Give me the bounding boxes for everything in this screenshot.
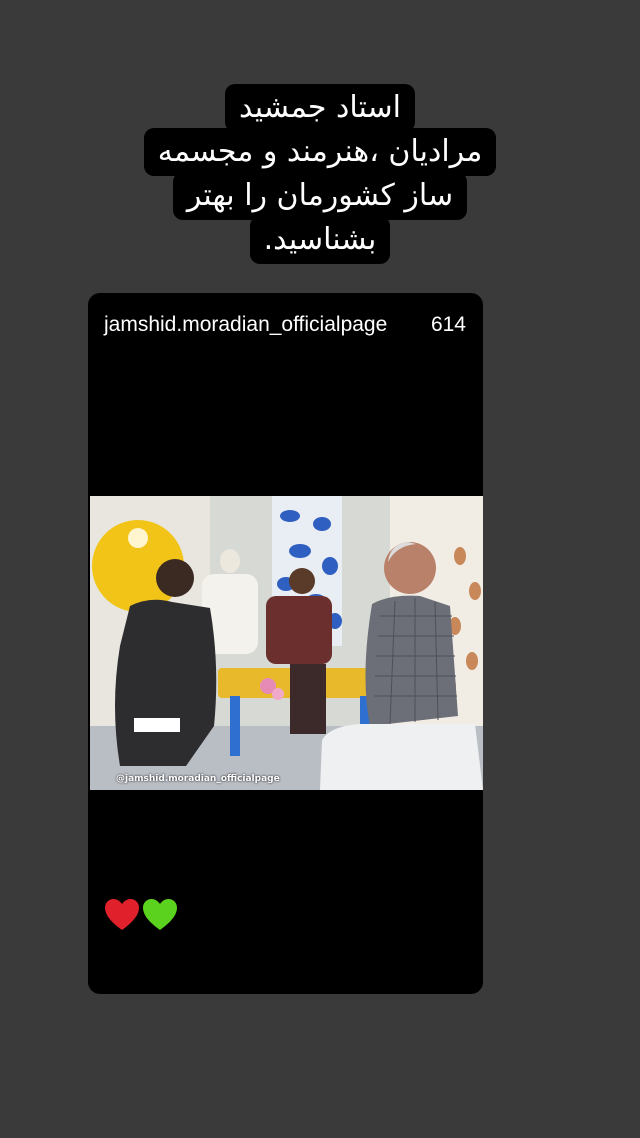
- tv-studio-scene-image: [90, 496, 483, 790]
- video-thumbnail[interactable]: @jamshid.moradian_officialpage: [90, 496, 483, 790]
- green-heart-icon: [143, 899, 177, 930]
- red-heart-icon: [105, 899, 139, 930]
- shared-post-card[interactable]: jamshid.moradian_officialpage 614 @jamsh…: [88, 293, 483, 994]
- post-header: jamshid.moradian_officialpage 614: [104, 313, 474, 341]
- post-time: 614: [430, 313, 466, 336]
- caption-line: ساز کشورمان را بهتر: [172, 172, 468, 220]
- reaction-emojis: [104, 898, 178, 932]
- post-username[interactable]: jamshid.moradian_officialpage: [104, 313, 387, 337]
- caption-line: بشناسید.: [249, 216, 391, 264]
- caption-line: استاد جمشید: [225, 84, 416, 132]
- video-watermark: @jamshid.moradian_officialpage: [116, 774, 280, 784]
- story-caption: استاد جمشید مرادیان ،هنرمند و مجسمه ساز …: [0, 84, 640, 264]
- caption-line: مرادیان ،هنرمند و مجسمه: [143, 128, 497, 176]
